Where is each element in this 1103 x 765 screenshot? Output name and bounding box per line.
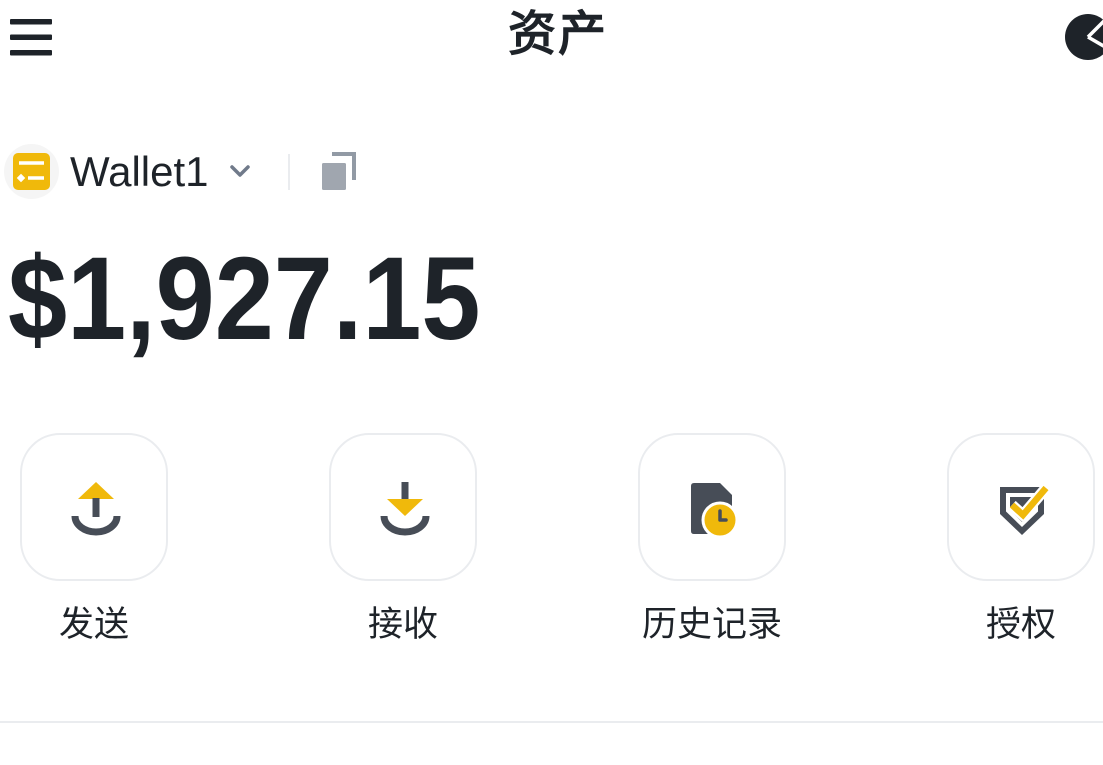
authorize-button[interactable]: 授权 (941, 433, 1101, 644)
history-icon (691, 483, 739, 539)
history-label: 历史记录 (641, 605, 782, 644)
chevron-down-icon (228, 164, 252, 178)
authorize-button-box[interactable] (947, 433, 1095, 581)
receive-icon (380, 482, 430, 536)
asset-chart-button[interactable] (1061, 12, 1103, 60)
wallet-name: Wallet1 (70, 148, 209, 195)
send-button-box[interactable] (20, 433, 168, 581)
copy-address-button[interactable] (318, 150, 358, 192)
pie-chart-icon (1065, 14, 1103, 60)
wallet-selector[interactable]: Wallet1 (4, 144, 256, 200)
divider (288, 154, 290, 190)
menu-button[interactable] (9, 18, 53, 56)
history-button[interactable]: 历史记录 (632, 433, 792, 644)
total-balance: $1,927.15 (8, 233, 481, 365)
wallet-avatar (4, 144, 59, 199)
section-divider (0, 721, 1103, 723)
authorize-label: 授权 (985, 605, 1056, 644)
wallet-icon (4, 144, 59, 199)
hamburger-menu-icon (10, 19, 52, 56)
page-title: 资产 (507, 8, 608, 61)
send-label: 发送 (58, 605, 129, 644)
copy-icon (322, 152, 356, 190)
receive-button[interactable]: 接收 (323, 433, 483, 644)
send-icon (71, 482, 121, 536)
send-button[interactable]: 发送 (14, 433, 174, 644)
history-button-box[interactable] (638, 433, 786, 581)
authorize-icon (1000, 484, 1051, 535)
receive-button-box[interactable] (329, 433, 477, 581)
receive-label: 接收 (367, 605, 438, 644)
